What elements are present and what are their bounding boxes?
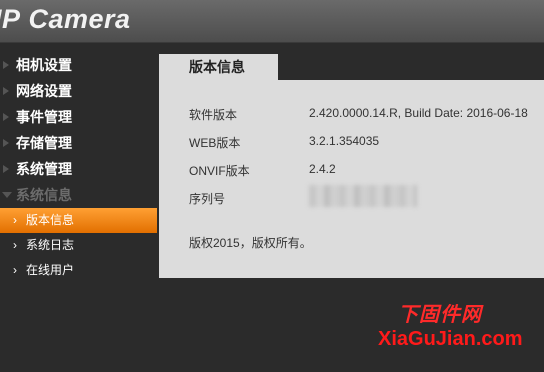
submenu-label: 系统日志 — [26, 238, 75, 252]
web-version-label: WEB版本 — [189, 136, 241, 150]
onvif-version-label: ONVIF版本 — [189, 164, 250, 178]
serial-number-value-redacted — [309, 185, 417, 207]
watermark: 下固件网 XiaGuJian.com — [378, 298, 538, 358]
submenu-label: 版本信息 — [26, 213, 75, 227]
menu-label: 事件管理 — [16, 109, 72, 125]
expand-arrow-icon — [3, 165, 9, 173]
tab-version-info[interactable]: 版本信息 — [159, 54, 278, 80]
submenu-online-users[interactable]: › 在线用户 — [0, 258, 158, 283]
menu-event-management[interactable]: 事件管理 — [0, 104, 158, 130]
menu-label: 相机设置 — [16, 57, 72, 73]
submenu-system-log[interactable]: › 系统日志 — [0, 233, 158, 258]
serial-number-label: 序列号 — [189, 192, 226, 206]
collapse-arrow-icon — [2, 192, 12, 198]
logo-ip-text: IP — [0, 4, 21, 34]
software-version-label: 软件版本 — [189, 108, 238, 122]
sidebar: 相机设置 网络设置 事件管理 存储管理 系统管理 系统信息 › 版本信息 › 系统日… — [0, 52, 158, 283]
expand-arrow-icon — [3, 61, 9, 69]
expand-arrow-icon — [3, 113, 9, 121]
expand-arrow-icon — [3, 139, 9, 147]
chevron-right-icon: › — [13, 213, 17, 227]
watermark-bottom-text: XiaGuJian.com — [378, 328, 523, 350]
menu-label: 存储管理 — [16, 135, 72, 151]
app-logo: IPCamera — [0, 4, 131, 35]
copyright-text: 版权2015，版权所有。 — [189, 236, 312, 250]
web-version-value: 3.2.1.354035 — [309, 134, 380, 148]
watermark-top-text: 下固件网 — [398, 304, 482, 326]
submenu-label: 在线用户 — [26, 263, 75, 277]
menu-label: 网络设置 — [16, 83, 72, 99]
menu-system-info[interactable]: 系统信息 — [0, 182, 158, 208]
menu-label: 系统管理 — [16, 161, 72, 177]
chevron-right-icon: › — [13, 238, 17, 252]
submenu-version-info[interactable]: › 版本信息 — [0, 208, 157, 233]
menu-network-settings[interactable]: 网络设置 — [0, 78, 158, 104]
menu-storage-management[interactable]: 存储管理 — [0, 130, 158, 156]
menu-system-management[interactable]: 系统管理 — [0, 156, 158, 182]
menu-camera-settings[interactable]: 相机设置 — [0, 52, 158, 78]
logo-camera-text: Camera — [28, 4, 131, 34]
version-info-panel: 软件版本 2.420.0000.14.R, Build Date: 2016-0… — [159, 80, 544, 278]
expand-arrow-icon — [3, 87, 9, 95]
header-bar: IPCamera — [0, 0, 544, 43]
onvif-version-value: 2.4.2 — [309, 162, 336, 176]
chevron-right-icon: › — [13, 263, 17, 277]
software-version-value: 2.420.0000.14.R, Build Date: 2016-06-18 — [309, 106, 528, 120]
menu-label: 系统信息 — [16, 187, 72, 203]
